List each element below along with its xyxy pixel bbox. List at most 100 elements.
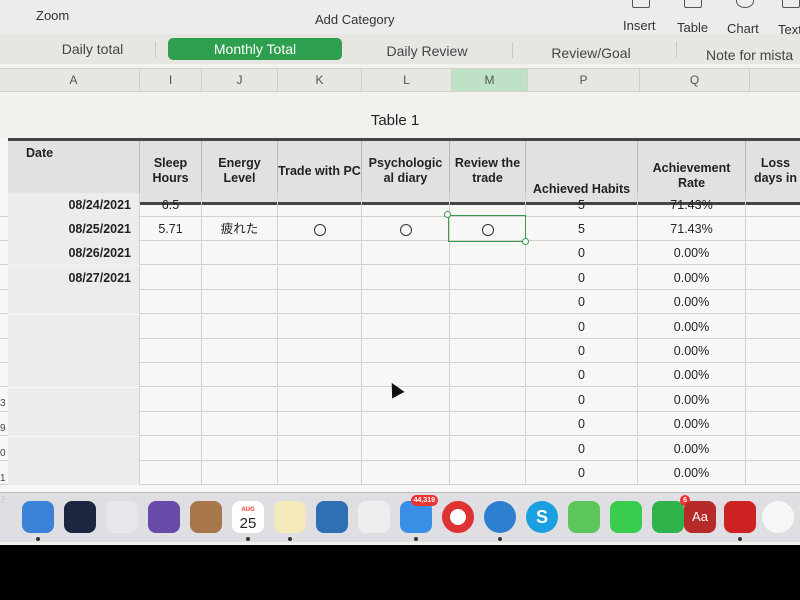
cell-habits[interactable]: 5 [526,193,638,217]
selection-handle-bottom-right[interactable] [522,238,529,245]
cell-date[interactable]: 08/26/2021 [8,241,140,266]
column-header-j[interactable]: J [202,69,278,91]
cell-psych[interactable] [362,265,450,290]
cell-sleep[interactable] [140,436,202,461]
apps-grid-icon[interactable] [106,501,138,533]
cell-review[interactable] [450,265,526,290]
column-header-q[interactable]: Q [640,69,750,91]
cell-rate[interactable]: 0.00% [638,461,746,485]
cell-review[interactable] [450,339,526,363]
cell-habits[interactable]: 5 [526,217,638,241]
cell-habits[interactable]: 0 [526,412,638,437]
cell-habits[interactable]: 0 [526,363,638,388]
text-icon[interactable] [782,0,800,8]
column-header-l[interactable]: L [362,69,452,91]
cell-rate[interactable]: 0.00% [638,412,746,437]
cell-review[interactable] [450,387,526,412]
chart-icon[interactable] [736,0,754,8]
cell-loss[interactable] [746,266,800,290]
column-header-m[interactable]: M [452,69,528,91]
cell-rate[interactable]: 0.00% [638,241,746,266]
cell-energy[interactable] [202,436,278,461]
cell-loss[interactable] [746,461,800,485]
cell-psych[interactable] [362,412,450,437]
cell-rate[interactable]: 71.43% [638,193,746,217]
calendar-icon[interactable]: AUG 25 [232,501,264,533]
cell-sleep[interactable] [140,412,202,437]
cell-sleep[interactable]: 6.5 [140,193,202,217]
cell-selection[interactable] [448,215,526,242]
tab-review-goal[interactable]: Review/Goal [540,42,642,64]
cell-trade-pc[interactable] [278,314,362,339]
cell-date[interactable] [8,339,140,363]
cell-energy[interactable] [202,461,278,485]
notes-icon[interactable] [274,501,306,533]
photos-icon[interactable] [762,501,794,533]
cell-review[interactable] [450,193,526,217]
cell-psych[interactable] [362,339,450,363]
cell-psych[interactable] [362,363,450,388]
dictionary-icon[interactable]: Aa [684,501,716,533]
cell-trade-pc[interactable] [278,436,362,461]
cell-loss[interactable] [746,388,800,412]
cell-psych[interactable] [362,314,450,339]
cell-habits[interactable]: 0 [526,290,638,315]
omnifocus-icon[interactable] [148,501,180,533]
finder-icon[interactable] [22,501,54,533]
cell-trade-pc[interactable] [278,363,362,388]
cell-trade-pc[interactable] [278,217,362,241]
cell-habits[interactable]: 0 [526,461,638,485]
cell-rate[interactable]: 0.00% [638,265,746,290]
cell-trade-pc[interactable] [278,265,362,290]
cell-psych[interactable] [362,193,450,217]
tab-note-for-mistakes[interactable]: Note for mista [706,44,800,66]
cell-loss[interactable] [746,193,800,217]
cell-trade-pc[interactable] [278,241,362,266]
cell-psych[interactable] [362,217,450,241]
cell-sleep[interactable] [140,314,202,339]
cell-energy[interactable] [202,363,278,388]
cell-energy[interactable] [202,314,278,339]
contacts-icon[interactable] [190,501,222,533]
cell-loss[interactable] [746,241,800,265]
cell-energy[interactable] [202,193,278,217]
cell-rate[interactable]: 0.00% [638,339,746,363]
cell-sleep[interactable] [140,339,202,363]
cell-energy[interactable] [202,241,278,266]
cell-psych[interactable] [362,290,450,315]
cell-habits[interactable]: 0 [526,241,638,266]
cell-energy[interactable] [202,387,278,412]
cell-rate[interactable]: 0.00% [638,387,746,412]
table-button[interactable]: Table [677,20,708,35]
add-category-button[interactable]: Add Category [315,12,395,27]
skype-icon[interactable]: S [526,501,558,533]
cell-review[interactable] [450,241,526,266]
cell-loss[interactable] [746,290,800,314]
cell-loss[interactable] [746,217,800,241]
cell-rate[interactable]: 0.00% [638,314,746,339]
cell-sleep[interactable] [140,265,202,290]
cell-rate[interactable]: 0.00% [638,436,746,461]
cell-date[interactable]: 08/24/2021 [8,193,140,217]
cell-sleep[interactable] [140,387,202,412]
zoom-button[interactable]: Zoom [36,8,69,23]
cell-habits[interactable]: 0 [526,339,638,363]
cell-date[interactable] [8,314,140,339]
cell-psych[interactable] [362,241,450,266]
cell-review[interactable] [450,436,526,461]
messages-icon[interactable] [568,501,600,533]
cell-review[interactable] [450,363,526,388]
cell-energy[interactable] [202,290,278,315]
cell-trade-pc[interactable] [278,387,362,412]
cell-loss[interactable] [746,412,800,436]
cell-date[interactable]: 08/27/2021 [8,265,140,290]
cell-review[interactable] [450,314,526,339]
cell-loss[interactable] [746,363,800,387]
cell-habits[interactable]: 0 [526,265,638,290]
mail-icon[interactable]: 44,319 [400,495,438,533]
cell-loss[interactable] [746,315,800,339]
tab-monthly-total[interactable]: Monthly Total [168,38,342,60]
cell-date[interactable] [8,436,140,461]
cell-sleep[interactable] [140,241,202,266]
column-header-a[interactable]: A [8,69,140,91]
